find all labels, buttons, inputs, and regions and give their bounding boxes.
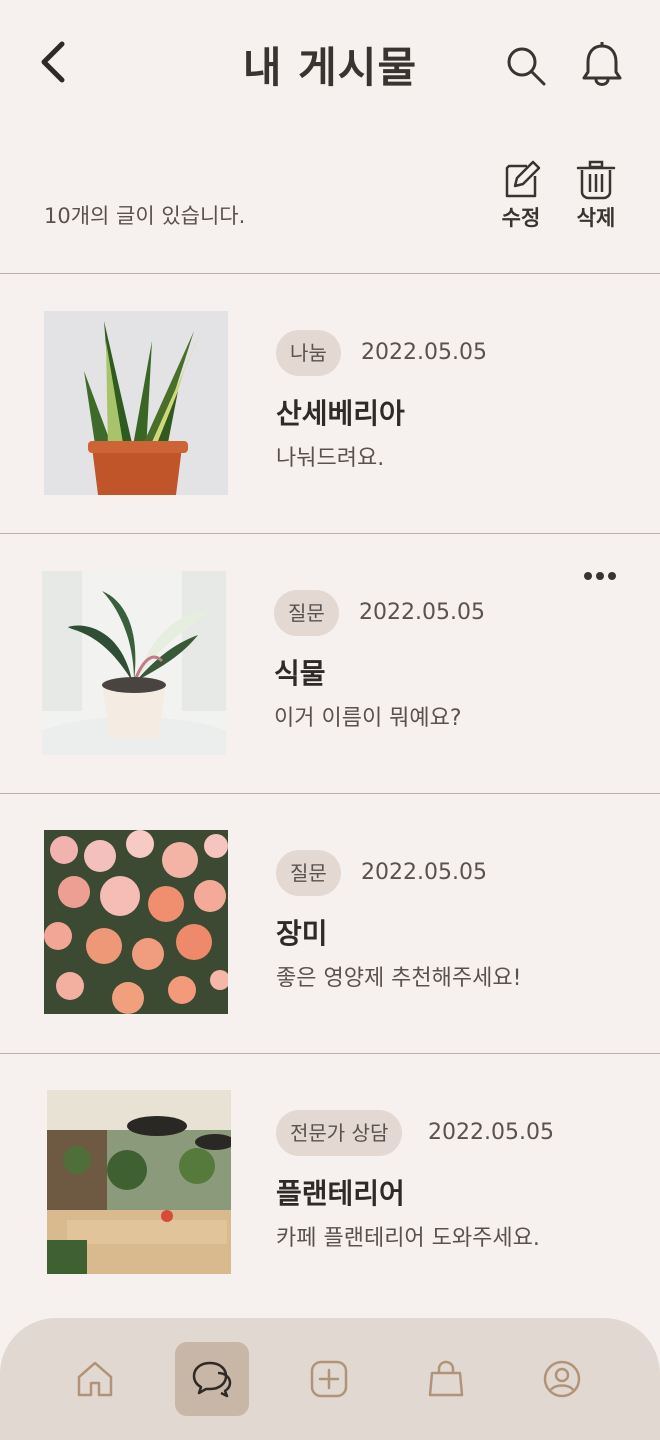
post-title: 식물	[274, 657, 326, 690]
post-count-text: 10개의 글이 있습니다.	[44, 204, 246, 228]
edit-label: 수정	[501, 206, 541, 230]
post-date: 2022.05.05	[361, 340, 487, 365]
bottom-navigation	[0, 1318, 660, 1440]
snake-plant-photo	[44, 311, 228, 495]
post-thumbnail	[44, 311, 228, 495]
post-description: 이거 이름이 뭐예요?	[274, 706, 462, 731]
nav-profile[interactable]	[525, 1342, 599, 1416]
post-item[interactable]: 질문 2022.05.05 식물 이거 이름이 뭐예요?	[0, 533, 660, 793]
post-item[interactable]: 질문 2022.05.05 장미 좋은 영양제 추천해주세요!	[0, 793, 660, 1053]
post-title: 장미	[276, 917, 328, 950]
post-date: 2022.05.05	[359, 600, 485, 625]
post-description: 카페 플랜테리어 도와주세요.	[276, 1226, 540, 1251]
nav-community[interactable]	[175, 1342, 249, 1416]
category-badge: 질문	[276, 850, 341, 896]
trash-icon	[576, 160, 616, 200]
header: 내 게시물	[0, 0, 660, 130]
profile-icon	[543, 1360, 581, 1398]
post-item[interactable]: 나눔 2022.05.05 산세베리아 나눠드려요.	[0, 273, 660, 533]
edit-icon	[505, 160, 541, 198]
notification-button[interactable]	[580, 40, 624, 88]
nav-home[interactable]	[58, 1342, 132, 1416]
plus-icon	[310, 1360, 348, 1398]
post-thumbnail	[44, 830, 228, 1014]
category-badge: 전문가 상담	[276, 1110, 403, 1156]
home-icon	[77, 1361, 113, 1397]
chat-icon	[192, 1361, 232, 1398]
post-thumbnail	[42, 571, 226, 755]
page-title: 내 게시물	[242, 43, 418, 92]
post-date: 2022.05.05	[361, 860, 487, 885]
post-title: 산세베리아	[276, 397, 405, 430]
category-badge: 질문	[274, 590, 339, 636]
bell-icon	[582, 40, 622, 86]
edit-button[interactable]: 수정	[491, 160, 551, 232]
delete-button[interactable]: 삭제	[566, 160, 626, 232]
roses-photo	[44, 830, 228, 1014]
shopping-bag-icon	[428, 1360, 464, 1397]
more-options-button[interactable]	[582, 564, 618, 588]
nav-add[interactable]	[292, 1342, 366, 1416]
nav-shop[interactable]	[409, 1342, 483, 1416]
post-description: 좋은 영양제 추천해주세요!	[276, 966, 522, 991]
search-button[interactable]	[504, 44, 548, 88]
post-description: 나눠드려요.	[276, 446, 385, 471]
post-item[interactable]: 전문가 상담 2022.05.05 플랜테리어 카페 플랜테리어 도와주세요.	[0, 1053, 660, 1313]
category-badge: 나눔	[276, 330, 341, 376]
delete-label: 삭제	[576, 206, 616, 230]
post-thumbnail	[47, 1090, 231, 1274]
more-horizontal-icon	[584, 572, 616, 580]
post-list: 나눔 2022.05.05 산세베리아 나눠드려요. 질문 2022.05.05…	[0, 273, 660, 1313]
potted-plant-photo	[42, 571, 226, 755]
cafe-interior-photo	[47, 1090, 231, 1274]
search-icon	[507, 47, 546, 86]
post-date: 2022.05.05	[428, 1120, 554, 1145]
post-title: 플랜테리어	[276, 1177, 405, 1210]
